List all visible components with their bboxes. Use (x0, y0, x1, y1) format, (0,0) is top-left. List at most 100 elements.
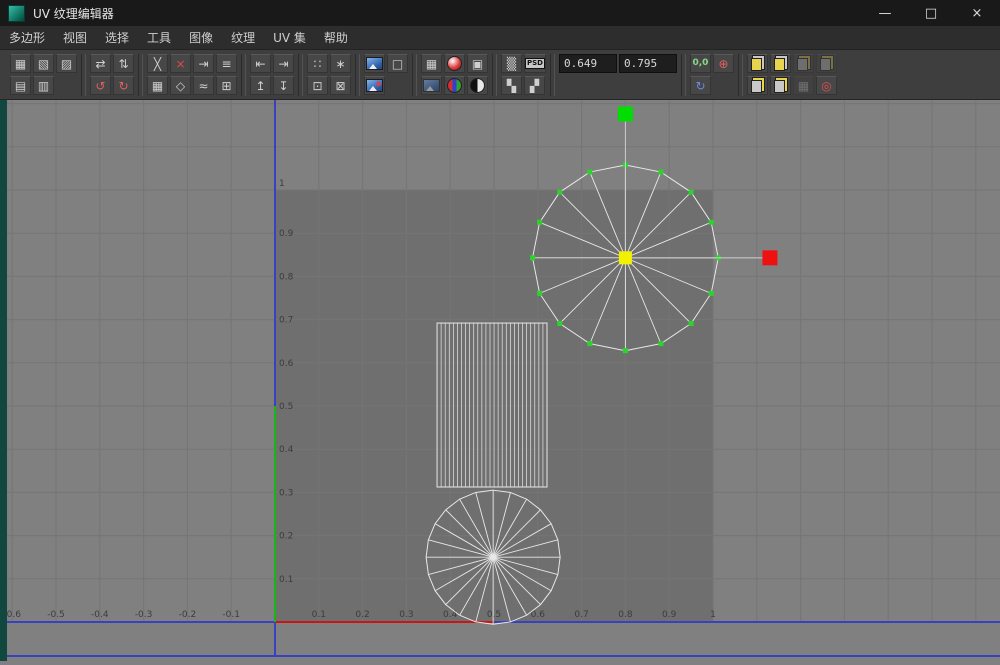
delete-uvs-button[interactable]: × (170, 54, 191, 73)
zero-uv-button[interactable]: 0,0 (690, 54, 711, 73)
toolbar-group-snap: ∷∗⊡⊠ (307, 54, 351, 95)
transfer-uvs-button[interactable]: ▦ (793, 76, 814, 95)
menu-item-image[interactable]: 图像 (180, 26, 222, 49)
paste-shell-button[interactable] (816, 54, 837, 73)
v-coordinate-input[interactable] (619, 54, 677, 73)
uv-canvas-area[interactable]: -0.6-0.5-0.4-0.3-0.2-0.10.10.20.30.40.50… (0, 100, 1000, 661)
unitize-uvs-button[interactable]: ⊠ (330, 76, 351, 95)
copy-shell-button[interactable] (770, 54, 791, 73)
align-u-min-button[interactable]: ⇤ (250, 54, 271, 73)
manipulator-y-handle[interactable] (618, 106, 633, 121)
grid-uvs-button[interactable]: ⊞ (216, 76, 237, 95)
uv-vertex[interactable] (537, 220, 542, 225)
minimize-button[interactable]: — (862, 0, 908, 26)
align-v-max-button[interactable]: ↥ (250, 76, 271, 95)
uv-vertex[interactable] (709, 220, 714, 225)
align-v-min-button[interactable]: ↧ (273, 76, 294, 95)
psd-export-button[interactable]: PSD (524, 54, 546, 73)
pixel-snap-button[interactable]: ▞ (524, 76, 545, 95)
toggle-grid-button[interactable]: ▦ (421, 54, 442, 73)
texture-border-button[interactable]: ▣ (467, 54, 488, 73)
rgb-channels-button[interactable] (444, 76, 465, 95)
uv-vertex[interactable] (557, 190, 562, 195)
alpha-channel-icon (470, 78, 485, 93)
snap-to-grid-button[interactable]: ∷ (307, 54, 328, 73)
toolbar-group-clipboard: ▦◎ (747, 54, 837, 95)
v-tick-label: 0.8 (279, 272, 294, 282)
toolbar-group-display-modes: ▦▣ (421, 54, 488, 95)
move-uv-shell-tool-button[interactable]: ▧ (33, 54, 54, 73)
menu-item-tools[interactable]: 工具 (138, 26, 180, 49)
v-unit-label: 1 (279, 179, 285, 189)
toolbar-separator (492, 54, 497, 96)
uv-vertex[interactable] (658, 341, 663, 346)
menu-item-help[interactable]: 帮助 (315, 26, 357, 49)
manipulator-center-handle[interactable] (619, 251, 632, 264)
uv-vertex[interactable] (530, 255, 535, 260)
shell-circle-bottom[interactable] (426, 490, 560, 624)
toolbar-group-pixel-display: ▒PSD▚▞ (501, 54, 546, 95)
select-uv-shell-button[interactable]: ▤ (10, 76, 31, 95)
uv-vertex[interactable] (587, 341, 592, 346)
uv-vertex[interactable] (623, 348, 628, 353)
dim-image-button[interactable] (421, 76, 442, 95)
uv-lattice-tool-button[interactable]: ▦ (10, 54, 31, 73)
paste-v-button[interactable] (770, 76, 791, 95)
u-tick-label: 0.9 (662, 610, 677, 620)
sew-uv-edges-button[interactable]: ≡ (216, 54, 237, 73)
uv-vertex[interactable] (689, 321, 694, 326)
menu-item-view[interactable]: 视图 (54, 26, 96, 49)
rotate-cw-button[interactable]: ↻ (113, 76, 134, 95)
manipulator-x-handle[interactable] (762, 250, 777, 265)
center-pivot-button[interactable]: ◎ (816, 76, 837, 95)
align-u-max-button[interactable]: ⇥ (273, 54, 294, 73)
checker-display-button[interactable]: ▚ (501, 76, 522, 95)
v-tick-label: 0.2 (279, 532, 293, 542)
layout-uvs-button[interactable]: ▦ (147, 76, 168, 95)
uv-vertex[interactable] (537, 291, 542, 296)
dither-display-button[interactable]: ▒ (501, 54, 522, 73)
uv-vertex[interactable] (557, 321, 562, 326)
menu-item-polygons[interactable]: 多边形 (0, 26, 54, 49)
toolbar-separator (241, 54, 246, 96)
toolbar-group-coordinates (559, 54, 677, 95)
flip-v-button[interactable]: ⇅ (113, 54, 134, 73)
refresh-uv-button[interactable]: ↻ (690, 76, 711, 95)
close-button[interactable]: × (954, 0, 1000, 26)
uv-editor-canvas[interactable]: -0.6-0.5-0.4-0.3-0.2-0.10.10.20.30.40.50… (0, 100, 1000, 661)
uv-smudge-tool-button[interactable]: ▨ (56, 54, 77, 73)
rotate-ccw-button[interactable]: ↺ (90, 76, 111, 95)
u-coordinate-input[interactable] (559, 54, 617, 73)
paste-uvs-icon (797, 58, 808, 71)
paste-u-button[interactable] (747, 76, 768, 95)
shaded-display-button[interactable] (444, 54, 465, 73)
paste-uvs-button[interactable] (793, 54, 814, 73)
update-psd-button[interactable] (364, 76, 385, 95)
maximize-button[interactable]: □ (908, 0, 954, 26)
move-and-sew-button[interactable]: ⇥ (193, 54, 214, 73)
alpha-channel-button[interactable] (467, 76, 488, 95)
toolbar-separator (81, 54, 86, 96)
flip-u-button[interactable]: ⇄ (90, 54, 111, 73)
normalize-uvs-button[interactable]: ⊡ (307, 76, 328, 95)
uv-vertex[interactable] (709, 291, 714, 296)
menu-item-uv-sets[interactable]: UV 集 (264, 26, 315, 49)
cut-uv-edges-button[interactable]: ╳ (147, 54, 168, 73)
unfold-uvs-button[interactable]: ◇ (170, 76, 191, 95)
menu-item-texture[interactable]: 纹理 (222, 26, 264, 49)
relax-uvs-button[interactable]: ≈ (193, 76, 214, 95)
uv-vertex[interactable] (587, 170, 592, 175)
toolbar-separator (550, 54, 555, 96)
uv-vertex[interactable] (689, 190, 694, 195)
copy-uvs-icon (751, 58, 762, 71)
menu-item-select[interactable]: 选择 (96, 26, 138, 49)
toolbar-group-uv-tools: ▦▧▨ ▤▥ (10, 54, 77, 95)
toggle-image-display-button[interactable] (364, 54, 385, 73)
uv-vertex[interactable] (658, 170, 663, 175)
select-uv-border-button[interactable]: ▥ (33, 76, 54, 95)
image-ratio-button[interactable]: □ (387, 54, 408, 73)
copy-uvs-button[interactable] (747, 54, 768, 73)
reset-uv-button[interactable]: ⊕ (713, 54, 734, 73)
toggle-image-display-icon (366, 57, 383, 70)
match-uvs-button[interactable]: ∗ (330, 54, 351, 73)
